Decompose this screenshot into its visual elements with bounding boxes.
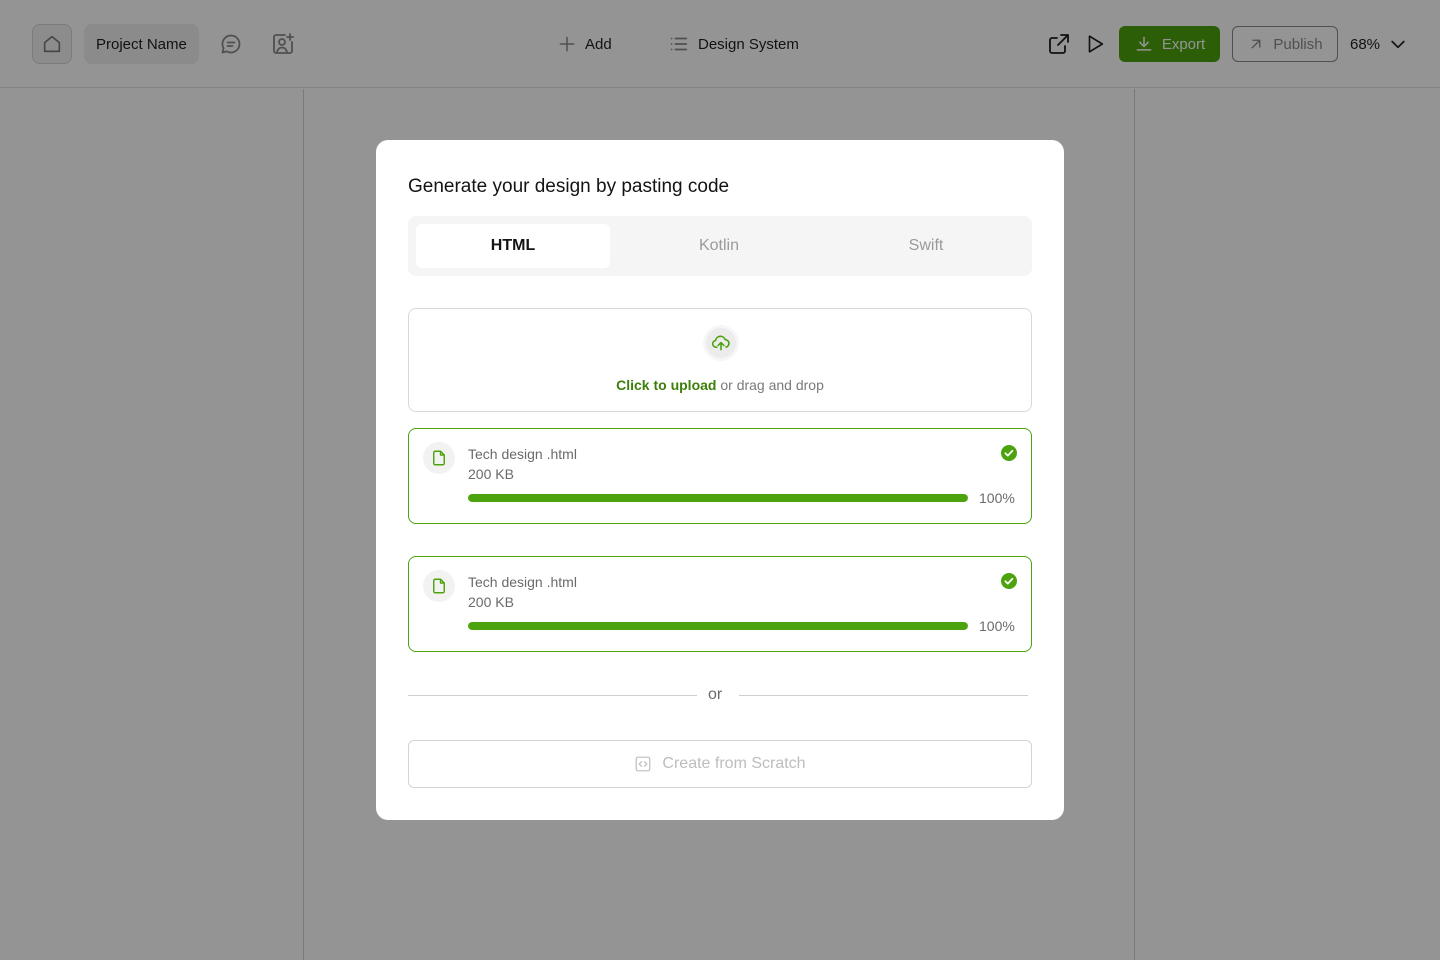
or-text: or xyxy=(708,686,723,703)
upload-progress-fill xyxy=(468,622,968,630)
upload-progress-fill xyxy=(468,494,968,502)
language-tabs: HTML Kotlin Swift xyxy=(408,216,1032,276)
upload-progress-bar xyxy=(468,494,968,502)
divider-line-right xyxy=(739,695,1028,696)
file-icon xyxy=(423,570,455,602)
upload-progress-percent: 100% xyxy=(979,618,1015,634)
divider-line-left xyxy=(408,695,697,696)
or-divider: or xyxy=(408,686,1028,706)
file-name: Tech design .html xyxy=(468,446,577,462)
upload-dropzone[interactable]: Click to upload or drag and drop xyxy=(408,308,1032,412)
uploaded-file-card: Tech design .html 200 KB 100% xyxy=(408,556,1032,652)
tab-swift[interactable]: Swift xyxy=(829,224,1023,268)
generate-design-modal: Generate your design by pasting code HTM… xyxy=(376,140,1064,820)
file-icon xyxy=(423,442,455,474)
upload-instructions: Click to upload or drag and drop xyxy=(409,377,1031,393)
tab-html[interactable]: HTML xyxy=(416,224,610,268)
check-circle-icon xyxy=(1001,445,1017,461)
uploaded-file-card: Tech design .html 200 KB 100% xyxy=(408,428,1032,524)
file-size: 200 KB xyxy=(468,466,514,482)
code-file-icon xyxy=(635,756,651,772)
create-from-scratch-label: Create from Scratch xyxy=(662,755,806,772)
file-name: Tech design .html xyxy=(468,574,577,590)
click-to-upload-link[interactable]: Click to upload xyxy=(616,377,716,393)
modal-title: Generate your design by pasting code xyxy=(408,176,730,197)
tab-kotlin[interactable]: Kotlin xyxy=(622,224,816,268)
create-from-scratch-button[interactable]: Create from Scratch xyxy=(408,740,1032,788)
modal-overlay[interactable]: Generate your design by pasting code HTM… xyxy=(0,0,1440,960)
file-size: 200 KB xyxy=(468,594,514,610)
upload-cloud-icon xyxy=(703,325,739,361)
check-circle-icon xyxy=(1001,573,1017,589)
drag-drop-text: or drag and drop xyxy=(716,377,824,393)
upload-progress-percent: 100% xyxy=(979,490,1015,506)
upload-progress-bar xyxy=(468,622,968,630)
